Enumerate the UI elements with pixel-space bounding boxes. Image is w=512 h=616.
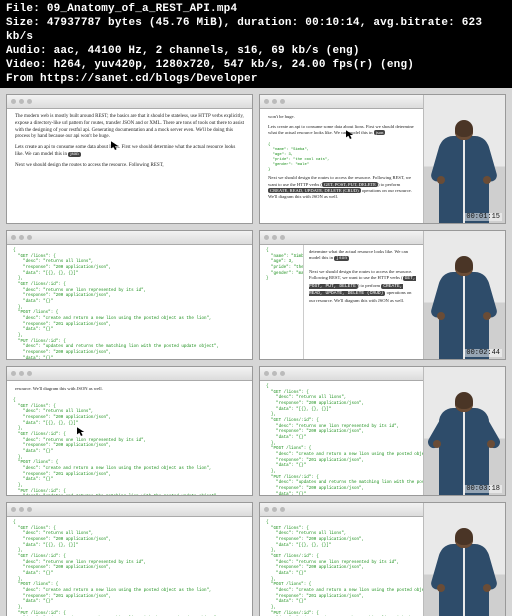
meta-audio: Audio: aac, 44100 Hz, 2 channels, s16, 6… [6, 44, 506, 58]
doc-pane: The modern web is mostly built around RE… [7, 109, 252, 223]
timestamp: 00:01:15 [464, 213, 502, 221]
kw-json: json [374, 130, 386, 135]
window-chrome [7, 95, 252, 109]
kw-json: json [334, 256, 349, 261]
window-chrome [7, 503, 252, 517]
thumb-1: The modern web is mostly built around RE… [6, 94, 253, 224]
doc-para-intro: The modern web is mostly built around RE… [15, 114, 244, 141]
presenter-person [433, 118, 495, 223]
presenter-person [433, 390, 495, 495]
kw-crud: CREATE, READ, UPDATE, DELETE (CRUD) [268, 188, 361, 193]
code-model-json: { "name": "Simba", "age": 3, "pride": "t… [268, 141, 419, 176]
doc-para-model: Lets create an api to consume some data … [15, 145, 244, 159]
meta-filename: File: 09_Anatomy_of_a_REST_API.mp4 [6, 2, 506, 16]
doc-pane-right: determine what the actual resource looks… [303, 245, 423, 359]
doc-para-rest: Next we should design the routes to acce… [268, 175, 419, 200]
doc-para-rest: Next we should design the routes to acce… [309, 269, 418, 304]
code-routes-json: { "GET /lions": { "desc": "returns all l… [7, 395, 252, 495]
doc-para-model: Lets create an api to consume some data … [268, 124, 419, 136]
kw-verbs: GET, POST, PUT, DELETE [322, 182, 378, 187]
code-routes-json: { "GET /lions": { "desc": "returns all l… [7, 517, 252, 616]
meta-source: From https://sanet.cd/blogs/Developer [6, 72, 506, 86]
thumb-5: resource. We'll diagram this with JSON a… [6, 366, 253, 496]
window-chrome [7, 367, 252, 381]
doc-para: determine what the actual resource looks… [309, 249, 418, 263]
kw-json: json [68, 152, 80, 157]
thumb-6: { "GET /lions": { "desc": "returns all l… [259, 366, 506, 496]
doc-para-routes: Next we should design the routes to acce… [15, 163, 244, 170]
thumb-2: won't be huge. Lets create an api to con… [259, 94, 506, 224]
thumb-8: { "GET /lions": { "desc": "returns all l… [259, 502, 506, 616]
thumb-7: { "GET /lions": { "desc": "returns all l… [6, 502, 253, 616]
timestamp: 00:02:44 [464, 349, 502, 357]
thumb-3: { "GET /lions": { "desc": "returns all l… [6, 230, 253, 360]
file-meta-header: File: 09_Anatomy_of_a_REST_API.mp4 Size:… [0, 0, 512, 88]
meta-size: Size: 47937787 bytes (45.76 MiB), durati… [6, 16, 506, 44]
presenter-person [433, 526, 495, 616]
thumbnail-grid: The modern web is mostly built around RE… [0, 88, 512, 616]
code-routes-json: { "GET /lions": { "desc": "returns all l… [7, 245, 252, 359]
doc-para-tail2: resource. We'll diagram this with JSON a… [15, 386, 244, 392]
presenter-box [423, 95, 505, 223]
presenter-box [423, 503, 505, 616]
window-chrome [7, 231, 252, 245]
meta-video: Video: h264, yuv420p, 1280x720, 547 kb/s… [6, 58, 506, 72]
presenter-box [423, 231, 505, 359]
presenter-person [433, 254, 495, 359]
timestamp: 00:03:18 [464, 485, 502, 493]
doc-para-tail: won't be huge. [268, 114, 419, 120]
presenter-box [423, 367, 505, 495]
thumb-4: { "name": "Simba", "age": 3, "pride": "t… [259, 230, 506, 360]
code-model-json: { "name": "Simba", "age": 3, "pride": "t… [260, 245, 303, 359]
